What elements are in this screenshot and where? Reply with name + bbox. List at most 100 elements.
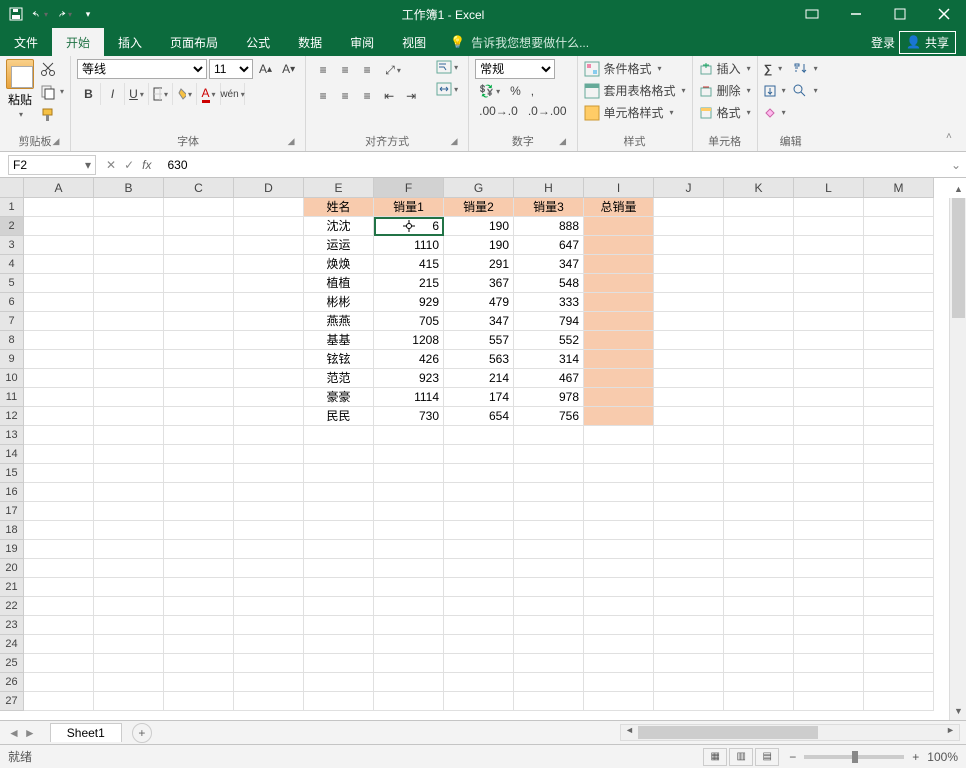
cell[interactable]: [164, 654, 234, 673]
cell[interactable]: [94, 483, 164, 502]
cell[interactable]: 销量3: [514, 198, 584, 217]
tab-layout[interactable]: 页面布局: [156, 28, 232, 56]
cell[interactable]: [234, 521, 304, 540]
column-header[interactable]: A: [24, 178, 94, 198]
cell[interactable]: [794, 445, 864, 464]
cell[interactable]: [234, 255, 304, 274]
border-button[interactable]: ▾: [149, 83, 173, 105]
paste-button[interactable]: 粘贴▾: [6, 59, 34, 119]
cell[interactable]: [164, 616, 234, 635]
zoom-out-icon[interactable]: −: [789, 750, 796, 764]
cell[interactable]: [164, 426, 234, 445]
zoom-slider[interactable]: [804, 755, 904, 759]
cell[interactable]: 415: [374, 255, 444, 274]
view-normal-icon[interactable]: ▦: [703, 748, 727, 766]
cell[interactable]: [374, 635, 444, 654]
cell[interactable]: [94, 673, 164, 692]
cell[interactable]: [444, 673, 514, 692]
cell[interactable]: [374, 502, 444, 521]
cell[interactable]: [724, 597, 794, 616]
dialog-launcher-icon[interactable]: ◢: [50, 136, 62, 148]
cell[interactable]: [654, 654, 724, 673]
row-header[interactable]: 3: [0, 236, 24, 255]
cell[interactable]: [164, 521, 234, 540]
cell[interactable]: [444, 521, 514, 540]
align-right-button[interactable]: ≡: [356, 85, 378, 107]
save-icon[interactable]: [8, 6, 24, 22]
dec-decimal-button[interactable]: .0→.00: [524, 103, 571, 119]
cell[interactable]: [584, 445, 654, 464]
add-sheet-icon[interactable]: +: [132, 723, 152, 743]
cell[interactable]: [94, 236, 164, 255]
cell[interactable]: [24, 464, 94, 483]
table-format-button[interactable]: 套用表格格式▾: [584, 81, 686, 100]
cell[interactable]: [24, 445, 94, 464]
cell[interactable]: [654, 578, 724, 597]
cell[interactable]: [444, 445, 514, 464]
cell[interactable]: 1110: [374, 236, 444, 255]
cell[interactable]: [584, 597, 654, 616]
column-header[interactable]: K: [724, 178, 794, 198]
cell[interactable]: [584, 616, 654, 635]
cell[interactable]: [514, 559, 584, 578]
cell[interactable]: [164, 445, 234, 464]
currency-button[interactable]: 💱▾: [475, 83, 504, 99]
cell[interactable]: [794, 331, 864, 350]
cell[interactable]: [24, 540, 94, 559]
row-header[interactable]: 22: [0, 597, 24, 616]
cell[interactable]: [794, 616, 864, 635]
cell[interactable]: [864, 654, 934, 673]
cell[interactable]: [724, 331, 794, 350]
cell[interactable]: [234, 445, 304, 464]
cell[interactable]: [444, 597, 514, 616]
cell[interactable]: [304, 578, 374, 597]
cell[interactable]: [374, 426, 444, 445]
cell[interactable]: [864, 692, 934, 711]
cell[interactable]: [304, 597, 374, 616]
cell[interactable]: [444, 616, 514, 635]
cell[interactable]: [24, 559, 94, 578]
cell[interactable]: [794, 369, 864, 388]
cell[interactable]: [724, 635, 794, 654]
cell[interactable]: [234, 331, 304, 350]
cell[interactable]: [444, 654, 514, 673]
cell[interactable]: 978: [514, 388, 584, 407]
cell[interactable]: [234, 274, 304, 293]
align-left-button[interactable]: ≡: [312, 85, 334, 107]
scroll-down-icon[interactable]: ▼: [950, 703, 966, 720]
cell[interactable]: [304, 445, 374, 464]
row-header[interactable]: 1: [0, 198, 24, 217]
cell[interactable]: [584, 312, 654, 331]
cell[interactable]: [724, 388, 794, 407]
cell[interactable]: [584, 331, 654, 350]
cell[interactable]: 291: [444, 255, 514, 274]
cell[interactable]: 347: [514, 255, 584, 274]
column-header[interactable]: M: [864, 178, 934, 198]
cell[interactable]: 植植: [304, 274, 374, 293]
grow-font-button[interactable]: A▴: [255, 61, 276, 77]
cell[interactable]: [584, 293, 654, 312]
cell[interactable]: [654, 483, 724, 502]
cell[interactable]: 479: [444, 293, 514, 312]
column-header[interactable]: D: [234, 178, 304, 198]
cell[interactable]: [654, 426, 724, 445]
cell[interactable]: 367: [444, 274, 514, 293]
cell[interactable]: [94, 369, 164, 388]
cell[interactable]: [654, 350, 724, 369]
cell[interactable]: [94, 502, 164, 521]
cell[interactable]: [584, 483, 654, 502]
cell[interactable]: [654, 559, 724, 578]
column-header[interactable]: H: [514, 178, 584, 198]
cell[interactable]: 1208: [374, 331, 444, 350]
cell[interactable]: [164, 540, 234, 559]
cell[interactable]: [724, 350, 794, 369]
row-header[interactable]: 26: [0, 673, 24, 692]
cell[interactable]: [24, 654, 94, 673]
cell[interactable]: [584, 369, 654, 388]
cell[interactable]: [794, 559, 864, 578]
cut-button[interactable]: [40, 59, 64, 78]
row-header[interactable]: 4: [0, 255, 24, 274]
comma-button[interactable]: ,: [527, 83, 538, 99]
cell[interactable]: [514, 673, 584, 692]
cell[interactable]: [304, 521, 374, 540]
